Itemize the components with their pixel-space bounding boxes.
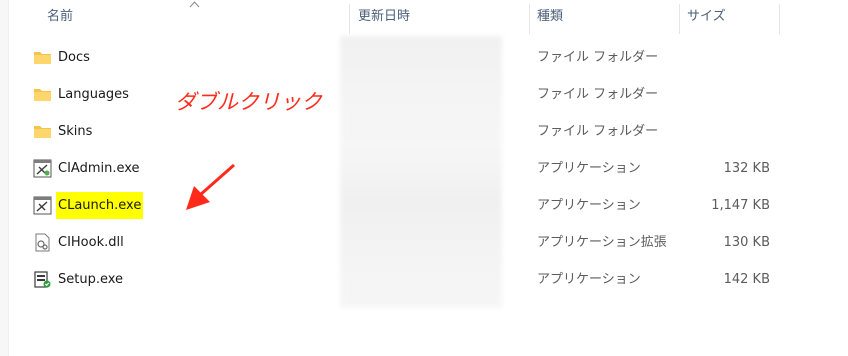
file-row-skins[interactable]: Skins ファイル フォルダー bbox=[0, 113, 848, 150]
column-divider[interactable] bbox=[779, 4, 780, 34]
file-size: 142 KB bbox=[723, 272, 770, 287]
file-size: 1,147 KB bbox=[711, 198, 770, 213]
file-name: Skins bbox=[58, 124, 93, 139]
file-type: アプリケーション拡張 bbox=[537, 235, 667, 250]
file-name: Languages bbox=[58, 87, 129, 102]
column-header-date[interactable]: 更新日時 bbox=[358, 0, 410, 34]
file-name: CIAdmin.exe bbox=[58, 161, 140, 176]
annotation-double-click-text: ダブルクリック bbox=[175, 90, 322, 114]
file-row-ciadmin[interactable]: CIAdmin.exe アプリケーション 132 KB bbox=[0, 150, 848, 187]
file-row-cihook[interactable]: CIHook.dll アプリケーション拡張 130 KB bbox=[0, 224, 848, 261]
column-divider[interactable] bbox=[349, 4, 350, 34]
file-name: CIHook.dll bbox=[58, 235, 124, 250]
column-header-size[interactable]: サイズ bbox=[687, 0, 726, 34]
file-name: Docs bbox=[58, 50, 90, 65]
file-type: アプリケーション bbox=[537, 161, 641, 176]
file-row-setup[interactable]: Setup.exe アプリケーション 142 KB bbox=[0, 261, 848, 298]
column-divider[interactable] bbox=[529, 4, 530, 34]
file-name-highlighted: CLaunch.exe bbox=[56, 192, 144, 219]
folder-icon bbox=[34, 52, 51, 64]
file-size: 130 KB bbox=[723, 235, 770, 250]
file-type: アプリケーション bbox=[537, 272, 641, 287]
sort-ascending-icon[interactable] bbox=[189, 0, 200, 8]
setup-icon bbox=[34, 271, 51, 288]
file-type: ファイル フォルダー bbox=[537, 87, 659, 102]
dll-icon bbox=[35, 233, 50, 252]
file-name: Setup.exe bbox=[58, 272, 124, 287]
column-header-type[interactable]: 種類 bbox=[537, 0, 563, 34]
annotation-arrow-icon bbox=[186, 163, 235, 210]
file-row-languages[interactable]: Languages ファイル フォルダー bbox=[0, 76, 848, 113]
column-header-name[interactable]: 名前 bbox=[47, 0, 73, 34]
file-row-docs[interactable]: Docs ファイル フォルダー bbox=[0, 39, 848, 76]
file-row-claunch[interactable]: CLaunch.exe アプリケーション 1,147 KB bbox=[0, 187, 848, 224]
column-divider[interactable] bbox=[679, 4, 680, 34]
column-header-bar: 名前 更新日時 種類 サイズ bbox=[0, 0, 848, 34]
exe-icon bbox=[33, 196, 52, 215]
file-type: ファイル フォルダー bbox=[537, 124, 659, 139]
folder-icon bbox=[34, 89, 51, 101]
file-type: ファイル フォルダー bbox=[537, 50, 659, 65]
exe-icon bbox=[33, 159, 52, 178]
file-size: 132 KB bbox=[723, 161, 770, 176]
folder-icon bbox=[34, 126, 51, 138]
file-type: アプリケーション bbox=[537, 198, 641, 213]
